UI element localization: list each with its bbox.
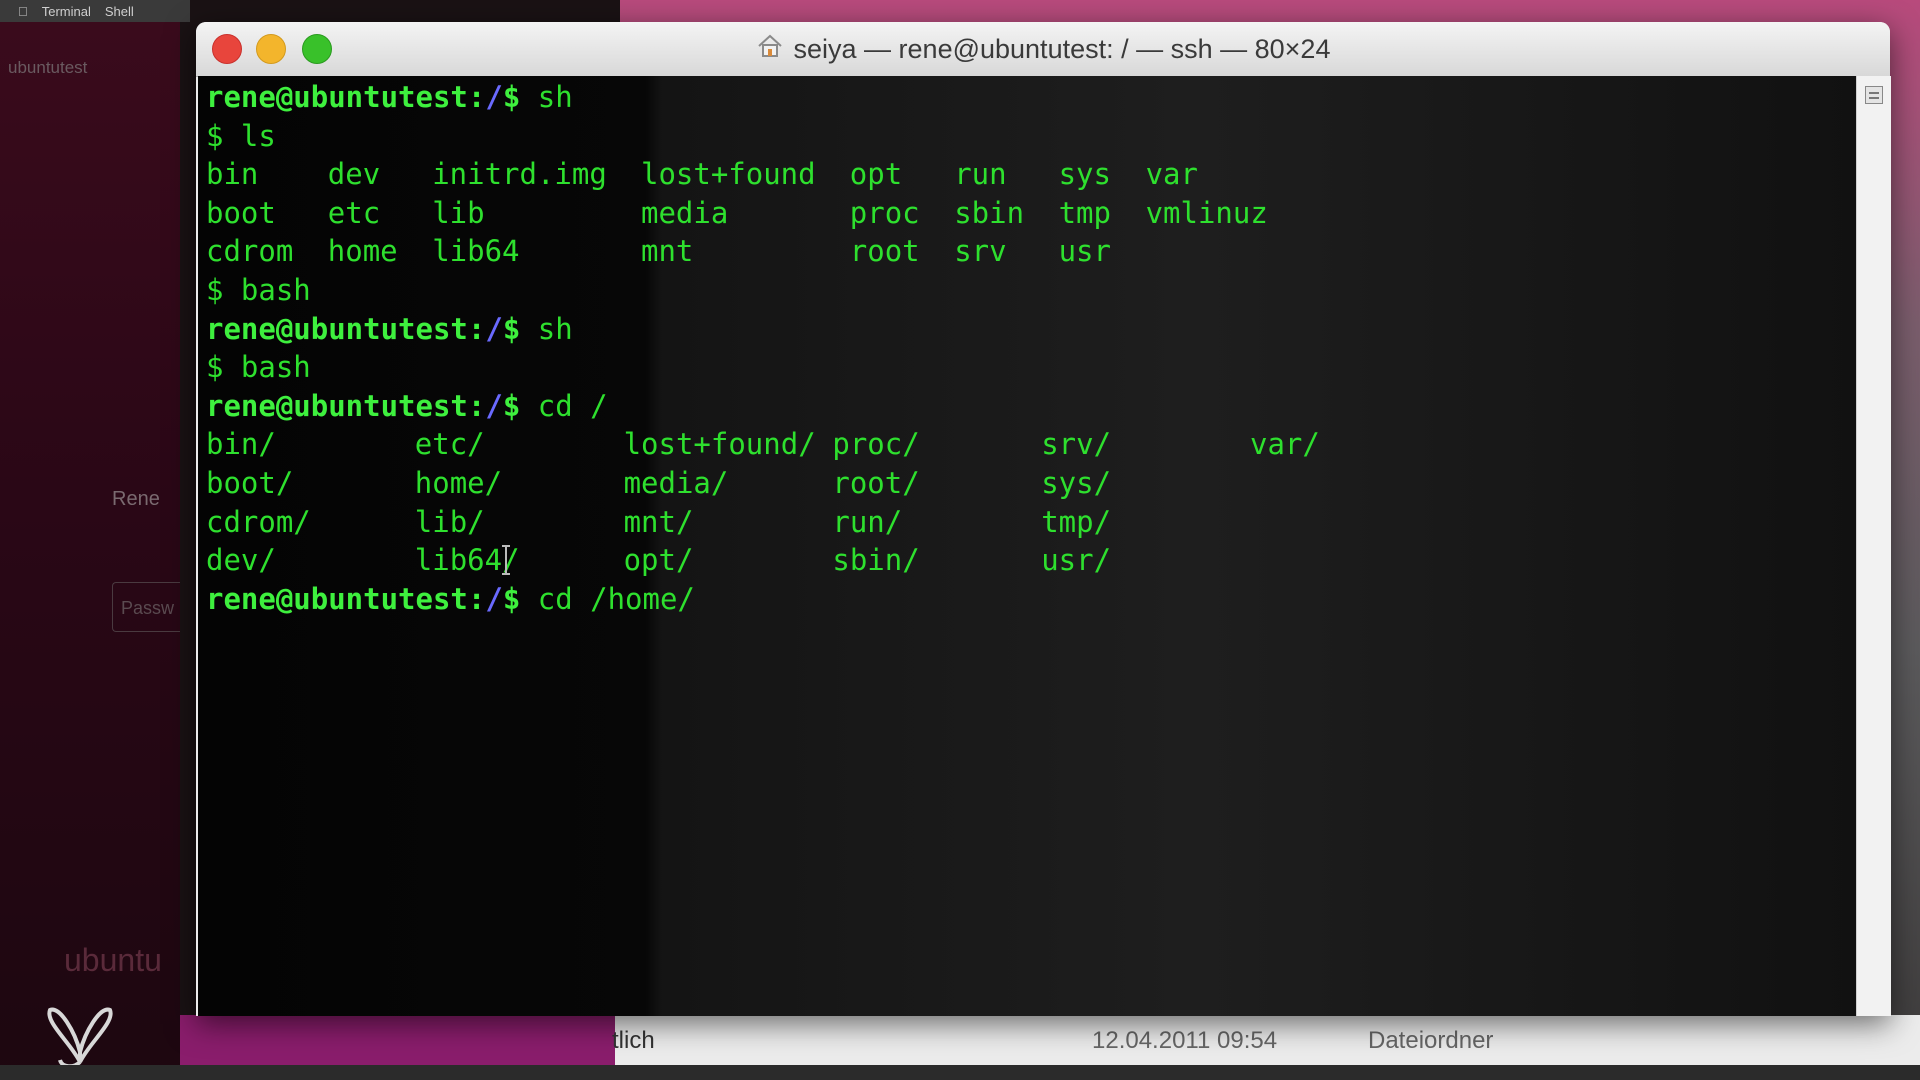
output-entry: usr/ [1041,543,1112,578]
output-entry: proc [849,195,920,230]
output-entry: sbin/ [832,543,920,578]
output-entry: srv/ [1041,427,1112,462]
output-entry: boot [206,195,276,230]
command-text: cd / [520,388,608,423]
output-entry: opt/ [623,543,694,578]
prompt-user-host: rene@ubuntutest: [206,581,486,616]
prompt-path: / [485,388,503,423]
vm-password-field[interactable]: Passw [112,582,180,632]
menu-bar:  Terminal Shell [0,0,190,22]
finder-name-cell: tlich [612,1027,655,1054]
output-entry: sys/ [1041,466,1112,500]
output-entry: cdrom [206,234,294,269]
prompt-path: / [485,581,503,616]
command-text: sh [520,311,573,346]
output-entry: tmp/ [1041,504,1112,539]
apple-menu-icon[interactable]:  [18,4,28,19]
ibeam-cursor-icon [502,545,510,575]
home-folder-icon [756,33,784,66]
prompt-path: / [485,80,503,114]
output-entry: media [641,195,729,230]
finder-file-row[interactable]: tlich 12.04.2011 09:54 Dateiordner [180,1015,1920,1065]
menu-shell[interactable]: Shell [105,4,134,19]
output-entry: $ bash [206,273,311,307]
output-entry: $ ls [206,118,276,153]
window-titlebar[interactable]: seiya — rene@ubuntutest: / — ssh — 80×24 [196,22,1890,77]
output-entry: run [954,157,1007,192]
output-entry: etc [327,195,381,230]
output-line: boot/home/media/root/sys/ [206,464,1806,502]
command-text: sh [520,80,573,114]
output-entry: cdrom/ [206,504,311,539]
prompt-line: rene@ubuntutest:/$ sh [206,78,573,116]
output-entry: dev [327,157,381,192]
prompt-line: rene@ubuntutest:/$ cd /home/ [206,580,695,618]
output-entry: boot/ [206,466,294,500]
output-entry: var [1145,157,1198,192]
output-line: $ bash [206,348,1806,386]
output-line: cdrom/lib/mnt/run/tmp/ [206,503,1806,541]
output-entry: tmp [1058,195,1111,230]
prompt-symbol: $ [502,311,521,346]
output-entry: lib64 [432,234,520,269]
vm-login-screen: ubuntutest Rene Passw ubuntu [0,22,180,1080]
prompt-path: / [485,311,503,346]
terminal-window: seiya — rene@ubuntutest: / — ssh — 80×24… [196,22,1891,1016]
output-entry: $ bash [206,350,311,385]
output-entry: lost+found [641,157,816,192]
output-line: dev/lib64/opt/sbin/usr/ [206,541,1806,579]
output-line: $ bash [206,271,1806,309]
prompt-symbol: $ [502,388,521,423]
prompt-user-host: rene@ubuntutest: [206,80,486,114]
output-entry: lib/ [414,504,485,539]
finder-kind-cell: Dateiordner [1368,1027,1494,1054]
output-entry: home/ [414,466,503,500]
output-line: $ ls [206,117,1806,155]
menu-terminal[interactable]: Terminal [42,4,91,19]
window-title: seiya — rene@ubuntutest: / — ssh — 80×24 [196,22,1890,76]
output-line: bin dev initrd.img lost+found opt run sys var [206,155,1806,193]
output-entry: srv [954,234,1007,269]
ubuntu-logo: ubuntu [64,942,162,978]
window-title-text: seiya — rene@ubuntutest: / — ssh — 80×24 [793,33,1331,64]
command-text: cd /home/ [520,581,695,616]
split-pane-icon[interactable] [1865,86,1883,104]
output-entry: sys [1058,157,1111,192]
prompt-line: rene@ubuntutest:/$ sh [206,310,573,348]
prompt-symbol: $ [502,80,521,114]
output-entry: dev/ [206,543,276,578]
output-entry: mnt/ [623,504,694,539]
prompt-symbol: $ [502,581,521,616]
vm-login-user[interactable]: Rene [112,488,160,511]
output-entry: bin [206,157,259,192]
output-entry: lib [432,195,485,230]
output-line: bin/etc/lost+found/proc/srv/var/ [206,425,1806,463]
output-entry: etc/ [414,427,485,462]
output-entry: initrd.img [432,157,607,192]
output-entry: opt [849,157,903,192]
output-entry: bin/ [206,427,276,462]
output-entry: root/ [832,466,920,500]
output-entry: run/ [832,504,903,539]
prompt-line: rene@ubuntutest:/$ cd / [206,387,608,425]
prompt-user-host: rene@ubuntutest: [206,388,486,423]
terminal-output[interactable]: rene@ubuntutest:/$ sh $ ls bin dev initrd.im… [198,76,1856,1016]
dock-shadow [0,1065,1920,1080]
output-line: cdrom home lib64 mnt root srv usr [206,232,1806,270]
prompt-user-host: rene@ubuntutest: [206,311,486,346]
output-entry: mnt [641,234,694,269]
output-entry: var/ [1250,427,1320,462]
output-entry: proc/ [832,427,920,462]
finder-date-cell: 12.04.2011 09:54 [1092,1027,1278,1054]
output-entry: lost+found/ [623,427,816,462]
output-entry: media/ [623,466,729,500]
output-entry: usr [1058,234,1111,269]
output-entry: root [849,234,920,269]
terminal-scrollbar[interactable] [1856,76,1891,1016]
output-entry: vmlinuz [1145,195,1268,230]
output-line: boot etc lib media proc sbin tmp vmlinuz [206,194,1806,232]
output-entry: home [327,234,398,269]
vm-hostname: ubuntutest [8,58,88,77]
output-entry: sbin [954,195,1025,230]
